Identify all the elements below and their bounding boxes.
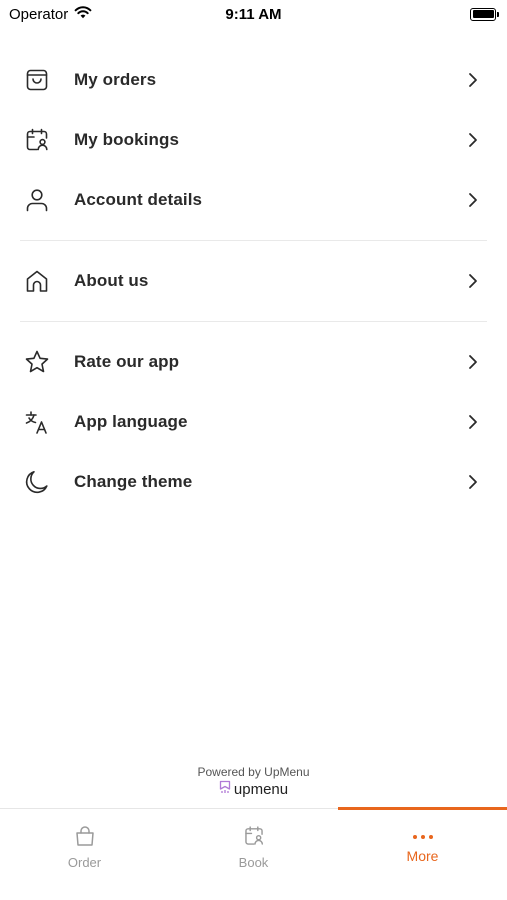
upmenu-wordmark: upmenu (233, 781, 289, 798)
moon-icon (24, 469, 50, 495)
upmenu-logo[interactable]: upmenu (0, 780, 507, 799)
chevron-right-icon (467, 72, 479, 88)
menu-item-label: My bookings (74, 130, 179, 149)
menu-item-about-us[interactable]: About us (0, 251, 507, 311)
bottom-tab-bar: Order Book More (0, 807, 507, 900)
menu-item-my-orders[interactable]: My orders (0, 50, 507, 110)
status-left: Operator (9, 5, 92, 23)
chevron-right-icon (467, 354, 479, 370)
chevron-right-icon (467, 474, 479, 490)
carrier-label: Operator (9, 5, 69, 23)
more-screen: Operator 9:11 AM My orders My bookings A… (0, 0, 507, 900)
powered-by-footer: Powered by UpMenu upmenu (0, 765, 507, 799)
menu-item-label: Account details (74, 190, 203, 209)
status-bar: Operator 9:11 AM (0, 0, 507, 28)
tab-label: More (406, 848, 439, 864)
tab-label: Order (67, 855, 102, 870)
chevron-right-icon (467, 192, 479, 208)
menu-item-change-theme[interactable]: Change theme (0, 452, 507, 512)
menu-item-label: Change theme (74, 472, 193, 491)
tab-book[interactable]: Book (169, 809, 338, 900)
shopping-bag-icon (24, 67, 50, 93)
tab-more[interactable]: More (338, 807, 507, 900)
home-icon (24, 268, 50, 294)
powered-by-text: Powered by UpMenu (197, 765, 310, 779)
chevron-right-icon (467, 273, 479, 289)
chevron-right-icon (467, 414, 479, 430)
calendar-user-icon (243, 825, 265, 852)
menu-item-label: Rate our app (74, 352, 180, 371)
menu-item-label: About us (74, 271, 149, 290)
divider (20, 321, 487, 322)
upmenu-logo-icon (219, 780, 231, 799)
user-icon (24, 187, 50, 213)
menu-item-my-bookings[interactable]: My bookings (0, 110, 507, 170)
divider (20, 240, 487, 241)
more-dots-icon (412, 835, 433, 839)
chevron-right-icon (467, 132, 479, 148)
star-icon (24, 349, 50, 375)
active-tab-indicator (338, 807, 507, 810)
shopping-bag-icon (74, 825, 96, 852)
wifi-icon (74, 5, 92, 23)
tab-order[interactable]: Order (0, 809, 169, 900)
more-menu: My orders My bookings Account details Ab… (0, 50, 507, 512)
menu-item-label: My orders (74, 70, 157, 89)
translate-icon (24, 409, 50, 435)
tab-label: Book (238, 855, 269, 870)
menu-item-account-details[interactable]: Account details (0, 170, 507, 230)
calendar-user-icon (24, 127, 50, 153)
menu-item-app-language[interactable]: App language (0, 392, 507, 452)
menu-item-rate-our-app[interactable]: Rate our app (0, 332, 507, 392)
menu-item-label: App language (74, 412, 188, 431)
battery-icon (470, 7, 499, 21)
